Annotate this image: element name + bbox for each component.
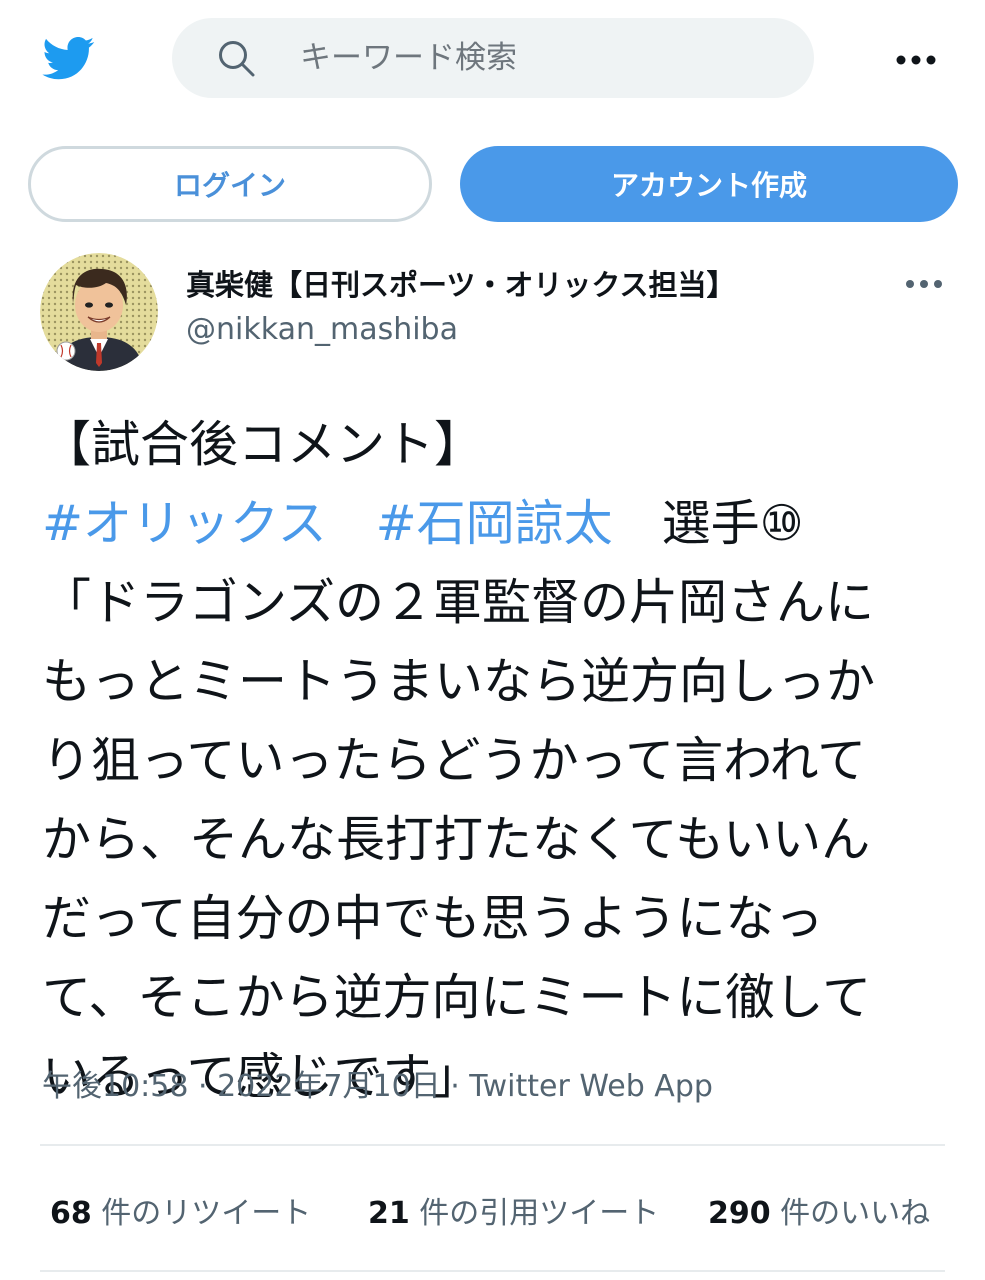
- retweets-count: 68: [50, 1196, 92, 1231]
- tweet-line: だって自分の中でも思うようになっ: [42, 890, 824, 947]
- more-horizontal-icon[interactable]: [904, 272, 944, 296]
- author-name[interactable]: 真柴健【日刊スポーツ・オリックス担当】: [186, 262, 736, 304]
- twitter-bird-icon[interactable]: [38, 32, 100, 84]
- tweet-line: #オリックス #石岡諒太 選手⑩: [42, 484, 942, 563]
- search-icon: [219, 41, 255, 77]
- quotes-count: 21: [368, 1196, 410, 1231]
- quotes-label: 件の引用ツイート: [419, 1196, 660, 1231]
- more-horizontal-icon[interactable]: [894, 48, 938, 72]
- avatar[interactable]: [40, 253, 158, 371]
- tweet-text-fragment: [327, 495, 376, 552]
- quotes-stat[interactable]: 21 件の引用ツイート: [368, 1188, 659, 1232]
- retweets-label: 件のリツイート: [101, 1196, 312, 1231]
- login-button[interactable]: ログイン: [28, 146, 432, 222]
- signup-button[interactable]: アカウント作成: [460, 146, 958, 222]
- likes-stat[interactable]: 290 件のいいね: [708, 1188, 930, 1232]
- hashtag-link[interactable]: #オリックス: [42, 495, 327, 552]
- tweet-timestamp[interactable]: 午後10:58 · 2022年7月10日 · Twitter Web App: [42, 1061, 713, 1105]
- tweet-line: もっとミートうまいなら逆方向しっか: [42, 653, 876, 710]
- tweet-line: て、そこから逆方向にミートに徹して: [42, 969, 872, 1026]
- tweet-line: から、そんな長打打たなくてもいいん: [42, 811, 871, 868]
- tweet-text: 【試合後コメント】 #オリックス #石岡諒太 選手⑩ 「ドラゴンズの２軍監督の片…: [42, 405, 942, 1116]
- top-bar: [0, 0, 985, 120]
- divider: [40, 1270, 945, 1272]
- likes-count: 290: [708, 1196, 771, 1231]
- divider: [40, 1144, 945, 1146]
- search-bar[interactable]: [172, 18, 814, 98]
- tweet-line: り狙っていったらどうかって言われて: [42, 732, 867, 789]
- hashtag-link[interactable]: #石岡諒太: [376, 495, 613, 552]
- tweet-line: 【試合後コメント】: [42, 416, 484, 473]
- tweet-text-fragment: 選手⑩: [612, 495, 804, 552]
- search-input[interactable]: [300, 32, 780, 84]
- retweets-stat[interactable]: 68 件のリツイート: [50, 1188, 311, 1232]
- tweet-stats: 68 件のリツイート 21 件の引用ツイート 290 件のいいね: [50, 1188, 950, 1232]
- author-handle[interactable]: @nikkan_mashiba: [186, 312, 458, 347]
- tweet-line: 「ドラゴンズの２軍監督の片岡さんに: [42, 574, 875, 631]
- likes-label: 件のいいね: [780, 1196, 931, 1231]
